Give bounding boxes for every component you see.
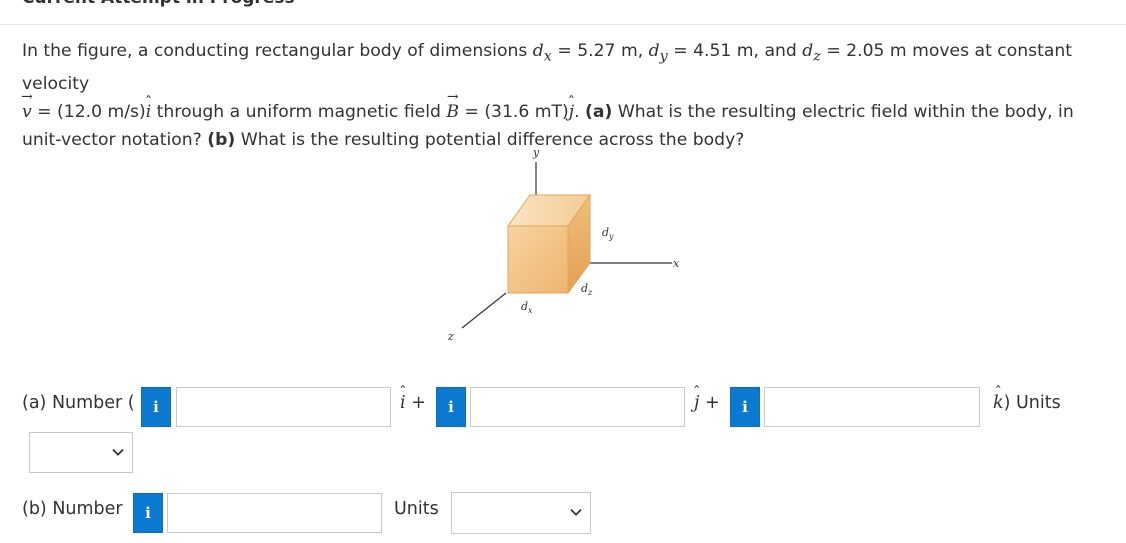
- z-axis: [461, 292, 507, 329]
- part-a-label: (a) Number (: [22, 393, 135, 413]
- question-text: In the figure, a conducting rectangular …: [22, 37, 1112, 154]
- part-a-i-component-input[interactable]: [176, 387, 391, 427]
- dy-label: dy: [602, 226, 614, 241]
- part-a-k-component-input[interactable]: [764, 387, 980, 427]
- conducting-body-figure: y x z dy dz dx: [447, 146, 680, 343]
- i-hat-plus: i +: [400, 393, 426, 413]
- chevron-down-icon: [570, 508, 582, 516]
- part-a-info-button-2[interactable]: i: [436, 387, 466, 427]
- part-a-j-component-input[interactable]: [470, 387, 685, 427]
- dx-label: dx: [521, 300, 533, 315]
- header-divider: [0, 24, 1126, 25]
- j-hat-symbol: j: [569, 98, 574, 126]
- z-axis-label: z: [447, 330, 454, 343]
- dz-label: dz: [581, 282, 593, 297]
- chevron-down-icon: [112, 448, 124, 456]
- attempt-header: Current Attempt in Progress: [22, 0, 295, 8]
- part-b-units-label: Units: [394, 499, 439, 519]
- y-axis-label: y: [532, 146, 540, 159]
- part-b-units-select[interactable]: [451, 492, 591, 534]
- velocity-vector-symbol: v: [22, 98, 32, 126]
- cube-front-face: [507, 225, 569, 294]
- part-b-label: (b) Number: [22, 499, 123, 519]
- part-b-info-button[interactable]: i: [133, 493, 163, 533]
- i-hat-symbol: i: [146, 98, 152, 126]
- k-hat-units: k) Units: [993, 393, 1061, 413]
- x-axis-label: x: [673, 257, 680, 270]
- part-b-number-input[interactable]: [167, 493, 382, 533]
- magnetic-field-vector-symbol: B: [446, 98, 459, 126]
- part-a-units-select[interactable]: [29, 432, 133, 473]
- part-a-info-button-3[interactable]: i: [730, 387, 760, 427]
- part-a-info-button-1[interactable]: i: [141, 387, 171, 427]
- j-hat-plus: j +: [694, 393, 720, 413]
